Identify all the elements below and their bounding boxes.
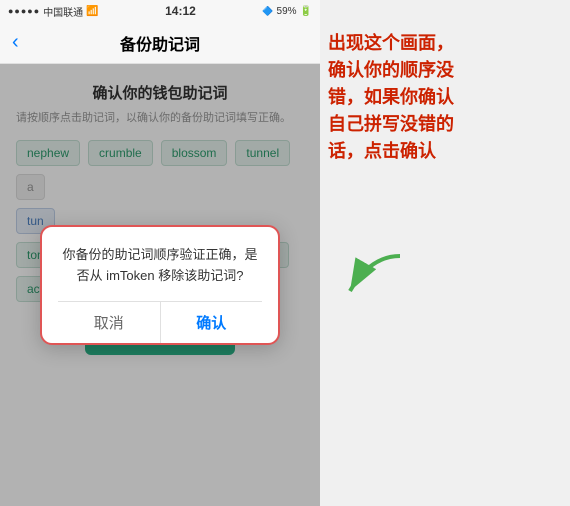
back-button[interactable]: ‹ <box>12 31 19 54</box>
dialog-overlay: 你备份的助记词顺序验证正确，是否从 imToken 移除该助记词? 取消 确认 <box>0 64 320 506</box>
time-label: 14:12 <box>165 4 196 18</box>
nav-title: 备份助记词 <box>120 31 200 55</box>
battery-label: 59% <box>277 6 297 17</box>
annotation-panel: 出现这个画面，确认你的顺序没错，如果你确认自己拼写没错的话，点击确认 <box>320 0 570 506</box>
green-arrow-icon <box>330 251 410 301</box>
dialog-confirm-button[interactable]: 确认 <box>161 302 263 343</box>
nav-bar: ‹ 备份助记词 <box>0 22 320 64</box>
dialog-text: 你备份的助记词顺序验证正确，是否从 imToken 移除该助记词? <box>58 245 262 287</box>
arrow-container <box>330 251 410 306</box>
status-bar: ●●●●● 中国联通 📶 14:12 🔷 59% 🔋 <box>0 0 320 22</box>
bluetooth-icon: 🔷 <box>262 6 273 17</box>
status-right: 🔷 59% 🔋 <box>262 6 312 17</box>
carrier-label: 中国联通 <box>43 4 83 19</box>
phone-frame: ●●●●● 中国联通 📶 14:12 🔷 59% 🔋 ‹ 备份助记词 确认你的钱… <box>0 0 320 506</box>
battery-icon: 🔋 <box>300 6 312 17</box>
signal-dots: ●●●●● <box>8 6 40 16</box>
dialog-cancel-button[interactable]: 取消 <box>58 302 161 343</box>
wifi-icon: 📶 <box>86 6 98 17</box>
main-content: 确认你的钱包助记词 请按顺序点击助记词，以确认你的备份助记词填写正确。 neph… <box>0 64 320 506</box>
dialog-buttons: 取消 确认 <box>58 301 262 343</box>
dialog-box: 你备份的助记词顺序验证正确，是否从 imToken 移除该助记词? 取消 确认 <box>40 225 280 345</box>
annotation-text: 出现这个画面，确认你的顺序没错，如果你确认自己拼写没错的话，点击确认 <box>328 30 458 165</box>
status-left: ●●●●● 中国联通 📶 <box>8 4 99 19</box>
